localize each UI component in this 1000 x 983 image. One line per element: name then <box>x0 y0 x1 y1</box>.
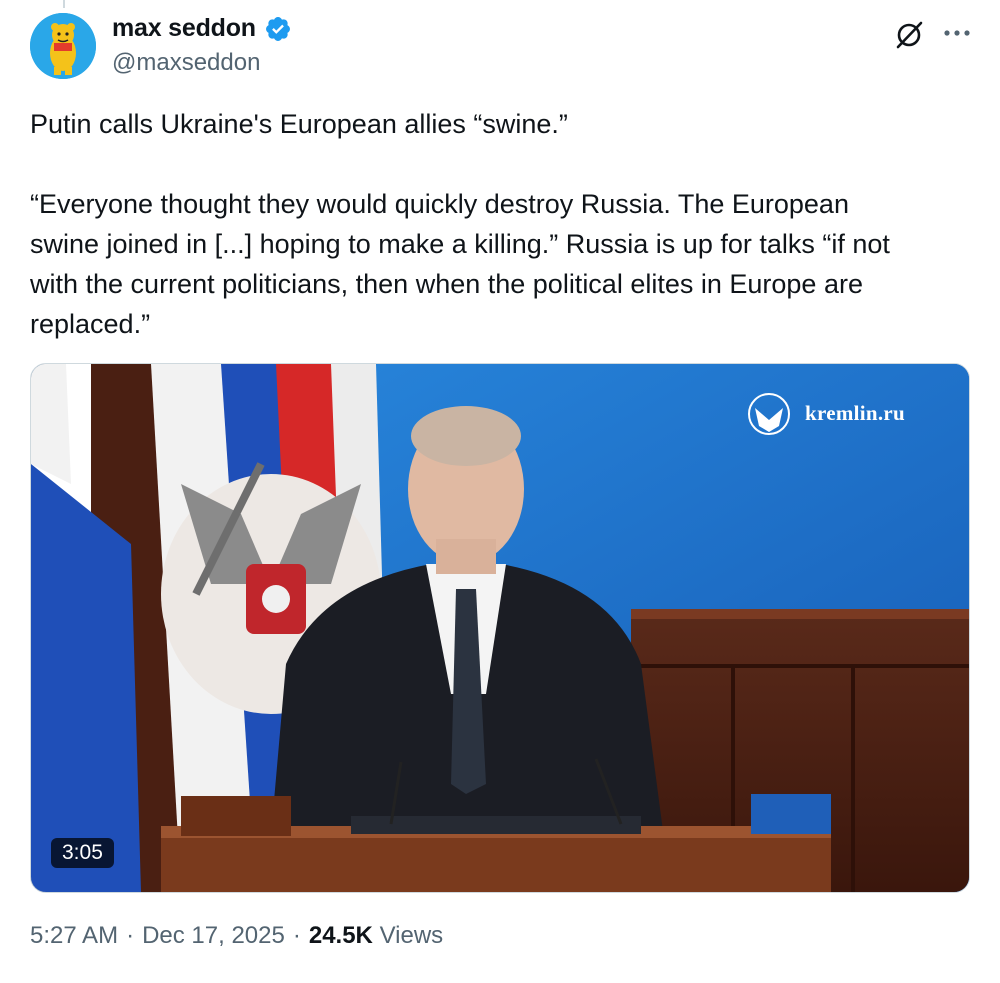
author-handle[interactable]: @maxseddon <box>112 49 260 77</box>
tweet-time[interactable]: 5:27 AM <box>30 922 118 950</box>
meta-separator: · <box>126 922 135 949</box>
kremlin-watermark: kremlin.ru <box>805 401 906 425</box>
verified-badge-icon[interactable] <box>264 15 292 43</box>
tweet-date[interactable]: Dec 17, 2025 <box>142 922 285 950</box>
thread-connector-line <box>63 0 65 8</box>
video-thumbnail <box>31 364 969 892</box>
views-count[interactable]: 24.5K <box>309 922 373 949</box>
grok-button[interactable] <box>894 20 924 50</box>
author-display-name[interactable]: max seddon <box>112 14 256 43</box>
author-name-row: max seddon <box>112 14 292 43</box>
more-options-button[interactable] <box>940 18 974 48</box>
tweet-meta-row: 5:27 AM · Dec 17, 2025 · 24.5K Views <box>30 922 443 950</box>
cartoon-bear-avatar-icon <box>30 13 96 79</box>
video-player[interactable]: kremlin.ru 3:05 <box>30 363 970 893</box>
grok-icon <box>896 21 923 49</box>
video-duration-badge: 3:05 <box>51 838 114 868</box>
views-label: Views <box>379 922 444 949</box>
avatar[interactable] <box>30 13 96 79</box>
meta-separator: · <box>292 922 301 949</box>
more-options-icon <box>944 30 970 36</box>
tweet-text: Putin calls Ukraine's European allies “s… <box>30 109 890 339</box>
